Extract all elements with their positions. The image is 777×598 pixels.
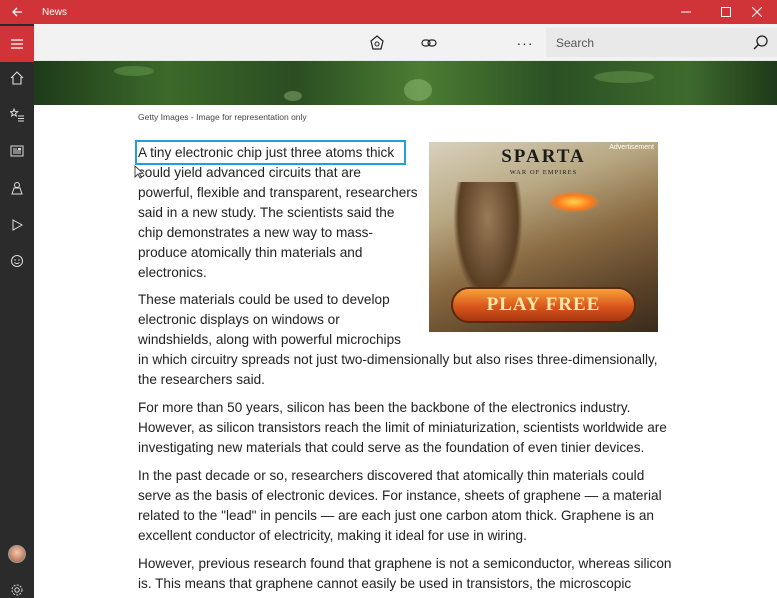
sidebar-item-people[interactable] bbox=[0, 172, 34, 204]
text-line: in which circuitry spreads not just two-… bbox=[138, 352, 658, 367]
maximize-icon bbox=[721, 7, 731, 17]
text-line: could yield advanced circuits that are bbox=[138, 165, 361, 180]
text-line: related to the "lead" in pencils — are e… bbox=[138, 508, 654, 523]
settings-button[interactable] bbox=[0, 574, 34, 598]
newspaper-icon bbox=[10, 145, 24, 157]
text-line[interactable]: A tiny electronic chip just three atoms … bbox=[138, 143, 418, 163]
smiley-icon bbox=[11, 255, 23, 267]
minimize-button[interactable] bbox=[666, 0, 706, 24]
save-button[interactable] bbox=[362, 24, 392, 61]
search-button[interactable] bbox=[751, 33, 771, 53]
avatar bbox=[8, 545, 26, 563]
sidebar-item-video[interactable] bbox=[0, 209, 34, 241]
text-line: the researchers said. bbox=[138, 372, 265, 387]
paragraph-4: In the past decade or so, researchers di… bbox=[138, 466, 662, 546]
article-body: Getty Images - Image for representation … bbox=[34, 105, 777, 598]
toolbar: ··· bbox=[34, 24, 777, 61]
ad-warrior-image bbox=[453, 182, 523, 302]
text-line: In the past decade or so, researchers di… bbox=[138, 468, 645, 483]
paragraph-3: For more than 50 years, silicon has been… bbox=[138, 398, 667, 458]
search-icon bbox=[753, 35, 768, 50]
sidebar-item-sports[interactable] bbox=[0, 245, 34, 277]
close-icon bbox=[752, 7, 762, 17]
menu-button[interactable] bbox=[0, 26, 34, 62]
sidebar bbox=[0, 24, 34, 598]
person-icon bbox=[11, 182, 23, 195]
ad-title: SPARTA bbox=[501, 146, 586, 167]
share-button[interactable] bbox=[414, 24, 444, 61]
advertisement[interactable]: Advertisement SPARTA WAR OF EMPIRES PLAY… bbox=[429, 142, 658, 332]
mouse-cursor bbox=[134, 164, 145, 184]
text-line: electronics. bbox=[138, 265, 207, 280]
star-list-icon bbox=[10, 108, 24, 122]
sidebar-item-home[interactable] bbox=[0, 62, 34, 94]
more-label: ··· bbox=[516, 34, 534, 51]
close-button[interactable] bbox=[737, 0, 777, 24]
ad-fire-image bbox=[549, 192, 599, 212]
back-button[interactable] bbox=[0, 0, 34, 24]
play-icon bbox=[12, 219, 24, 231]
image-caption: Getty Images - Image for representation … bbox=[138, 112, 307, 122]
search-input[interactable] bbox=[556, 35, 746, 50]
back-arrow-icon bbox=[12, 7, 22, 17]
text-line: windshields, along with powerful microch… bbox=[138, 332, 401, 347]
night-mode-button[interactable] bbox=[466, 24, 496, 61]
text-line: However, as silicon transistors reach th… bbox=[138, 420, 667, 435]
paragraph-5: However, previous research found that gr… bbox=[138, 554, 671, 594]
sidebar-item-interests[interactable] bbox=[0, 99, 34, 131]
text-line: For more than 50 years, silicon has been… bbox=[138, 400, 631, 415]
ad-play-button[interactable]: PLAY FREE bbox=[451, 287, 636, 323]
ad-subtitle: WAR OF EMPIRES bbox=[509, 169, 578, 176]
text-line: excellent conductor of electricity, maki… bbox=[138, 528, 527, 543]
text-line: powerful, flexible and transparent, rese… bbox=[138, 185, 418, 200]
search-box bbox=[546, 28, 777, 57]
minimize-icon bbox=[681, 11, 691, 13]
text-line: chip demonstrates a new way to mass- bbox=[138, 225, 373, 240]
hero-image bbox=[34, 61, 777, 105]
gear-icon bbox=[11, 584, 23, 596]
moon-icon bbox=[480, 36, 486, 49]
window-title: News bbox=[42, 6, 68, 18]
cursor-arrow-icon bbox=[134, 164, 145, 179]
text-line: serve as the basis of electronic devices… bbox=[138, 488, 662, 503]
user-avatar[interactable] bbox=[0, 538, 34, 570]
more-button[interactable]: ··· bbox=[510, 24, 540, 61]
text-line: is. This means that graphene cannot easi… bbox=[138, 576, 632, 591]
paragraph-1: A tiny electronic chip just three atoms … bbox=[138, 143, 418, 283]
text-line: said in a new study. The scientists said… bbox=[138, 205, 395, 220]
title-bar: News bbox=[0, 0, 777, 24]
hamburger-icon bbox=[11, 39, 23, 49]
sidebar-item-local[interactable] bbox=[0, 135, 34, 167]
save-icon bbox=[370, 34, 384, 50]
link-icon bbox=[421, 38, 437, 47]
text-line: However, previous research found that gr… bbox=[138, 556, 672, 571]
text-line: produce atomically thin materials and bbox=[138, 245, 363, 260]
text-line: investigating new materials that could s… bbox=[138, 440, 645, 455]
home-icon bbox=[10, 71, 24, 85]
